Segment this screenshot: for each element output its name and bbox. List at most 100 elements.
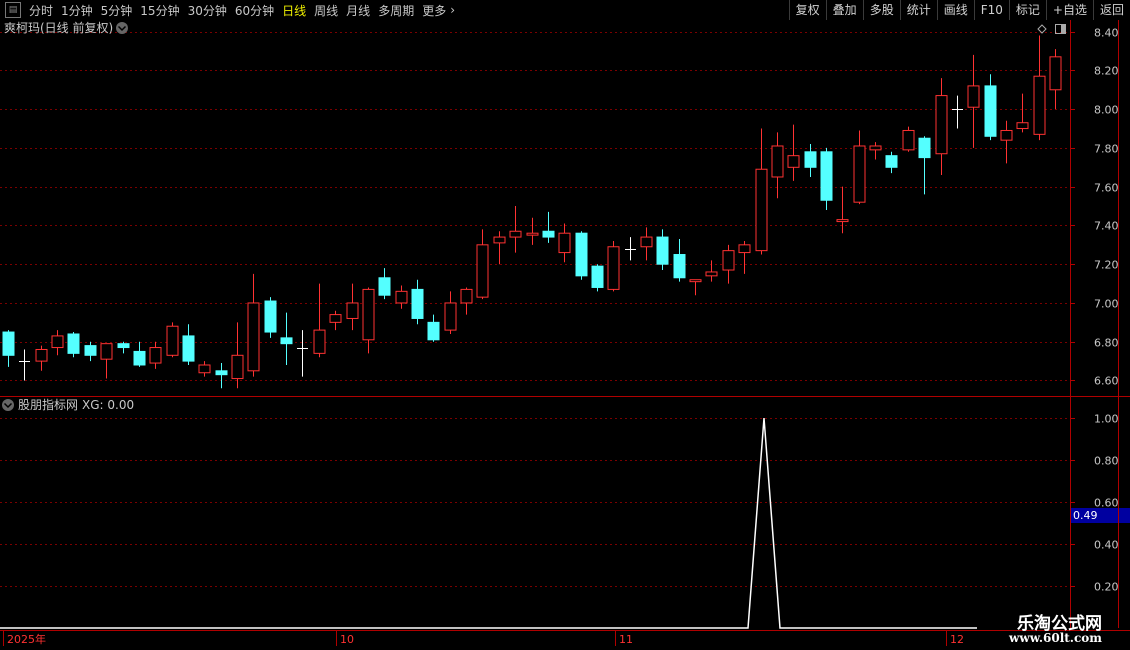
sub-panel-dropdown-icon[interactable] <box>2 399 14 411</box>
period-tab[interactable]: 30分钟 <box>184 2 231 19</box>
indicator-tick-label: 0.20 <box>1094 581 1119 594</box>
time-axis-label: 11 <box>619 633 633 646</box>
kline-chart[interactable]: 6.60 6.80 7.00 7.20 7.40 7.60 7.80 8.00 8.20 8.40… <box>0 20 1130 650</box>
candle-body <box>362 288 375 341</box>
candle-body <box>918 137 931 159</box>
menu-icon[interactable]: ▤ <box>5 2 21 18</box>
candle-body <box>509 230 522 238</box>
candle-body <box>460 288 473 304</box>
candle-body <box>607 246 620 290</box>
chevron-right-icon[interactable]: › <box>450 3 459 17</box>
period-tab[interactable]: 15分钟 <box>136 2 183 19</box>
indicator-tick-label: 0.40 <box>1094 539 1119 552</box>
candle-body <box>280 337 293 345</box>
main-panel-title: 爽柯玛(日线 前复权) <box>4 20 113 35</box>
price-tick-label: 7.20 <box>1094 259 1119 272</box>
tool-button[interactable]: 标记 <box>1008 0 1046 20</box>
cursor-value-marker: 0.49 <box>1071 508 1130 523</box>
tool-button[interactable]: 复权 <box>788 0 826 20</box>
candle-body <box>656 236 669 265</box>
watermark-url: www.60lt.com <box>1009 631 1102 645</box>
cursor-value-text: 0.49 <box>1073 509 1098 522</box>
candle <box>166 322 179 358</box>
candle-body <box>836 219 849 223</box>
tool-button[interactable]: 叠加 <box>825 0 863 20</box>
candle-body <box>787 155 800 168</box>
candle-body <box>133 350 146 366</box>
price-tick-label: 7.00 <box>1094 298 1119 311</box>
period-tab[interactable]: 分时 <box>25 2 57 19</box>
candle-body <box>2 331 15 356</box>
candle-body <box>722 250 735 271</box>
period-selector: ▤ 分时 1分钟 5分钟 15分钟 30分钟 60分钟 日线 周线 月线 多周期 更多 › <box>0 0 459 20</box>
candle-body <box>771 145 784 178</box>
candle-body <box>542 230 555 238</box>
candle <box>902 126 915 152</box>
candle <box>67 332 80 358</box>
candle-body <box>705 271 718 277</box>
candle-body <box>100 343 113 360</box>
price-tick-label: 7.80 <box>1094 143 1119 156</box>
candle-body <box>902 129 915 151</box>
candle-body <box>247 302 260 372</box>
tool-button[interactable]: 统计 <box>899 0 937 20</box>
candle <box>264 297 277 338</box>
candle-body <box>395 290 408 304</box>
period-tab[interactable]: 周线 <box>310 2 342 19</box>
candle-body <box>1033 75 1046 135</box>
candle-body <box>149 347 162 364</box>
candle-body <box>493 236 506 244</box>
period-tab[interactable]: 月线 <box>342 2 374 19</box>
time-axis-label: 10 <box>340 633 354 646</box>
candle <box>575 231 588 280</box>
candle-body <box>329 314 342 323</box>
candle-body <box>984 85 997 137</box>
candle-body <box>166 325 179 356</box>
time-axis-label: 2025年 <box>7 632 46 646</box>
period-tab[interactable]: 1分钟 <box>57 2 97 19</box>
candle-body <box>231 354 244 380</box>
period-tab[interactable]: 多周期 <box>374 2 418 19</box>
sub-panel-title: 股朋指标网 <box>18 397 78 412</box>
candle-body <box>427 321 440 341</box>
indicator-tick-label: 0.80 <box>1094 455 1119 468</box>
price-tick-label: 6.60 <box>1094 375 1119 388</box>
period-tab[interactable]: 60分钟 <box>231 2 278 19</box>
period-tab[interactable]: 5分钟 <box>97 2 137 19</box>
tool-button[interactable]: F10 <box>973 0 1009 20</box>
tool-button[interactable]: 返回 <box>1092 0 1130 20</box>
candle-body <box>1016 122 1029 130</box>
tool-button[interactable]: +自选 <box>1045 0 1093 20</box>
candle-body <box>215 370 228 376</box>
candle-body <box>51 335 64 349</box>
tool-buttons: 复权 叠加 多股 统计 画线 F10 标记 +自选 返回 <box>788 0 1130 20</box>
time-axis-label: 12 <box>950 633 964 646</box>
candle <box>591 264 604 292</box>
period-tab[interactable]: 日线 <box>278 2 310 19</box>
tool-button[interactable]: 画线 <box>936 0 974 20</box>
candle-body <box>476 244 489 298</box>
candle-body <box>640 236 653 248</box>
main-panel-dropdown-icon[interactable] <box>116 22 128 34</box>
candle-body <box>673 254 686 279</box>
candle-body <box>411 288 424 319</box>
period-tab[interactable]: 更多 <box>418 2 450 19</box>
candle-body <box>689 279 702 283</box>
price-tick-label: 7.40 <box>1094 220 1119 233</box>
candle-body <box>869 145 882 151</box>
price-tick-label: 8.00 <box>1094 104 1119 117</box>
candle-body <box>558 232 571 254</box>
candle-body <box>346 302 359 319</box>
candle-body <box>1000 129 1013 141</box>
candle-body <box>1049 56 1062 91</box>
indicator-tick-label: 0.60 <box>1094 497 1119 510</box>
candle-body <box>198 364 211 374</box>
candle-body <box>182 335 195 362</box>
price-tick-label: 8.20 <box>1094 65 1119 78</box>
tool-button[interactable]: 多股 <box>862 0 900 20</box>
candle-body <box>313 329 326 354</box>
candle-body <box>935 95 948 155</box>
candle-body <box>820 151 833 201</box>
candle-body <box>264 300 277 333</box>
candle-body <box>738 244 751 254</box>
